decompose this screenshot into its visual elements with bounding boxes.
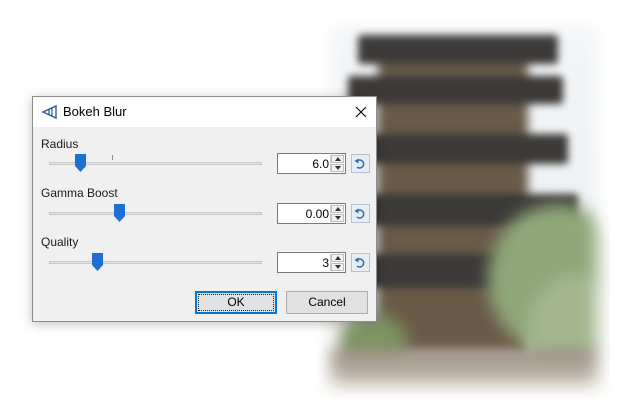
- quality-label: Quality: [41, 235, 79, 249]
- reset-arrow-icon: [354, 257, 365, 268]
- quality-slider-thumb[interactable]: [92, 253, 104, 271]
- bokeh-blur-effect-icon: [41, 104, 58, 120]
- radius-label: Radius: [41, 137, 79, 151]
- arrow-up-icon: [335, 157, 341, 161]
- arrow-down-icon: [335, 166, 341, 170]
- radius-reset-button[interactable]: [351, 154, 370, 173]
- ok-button[interactable]: OK: [195, 291, 277, 314]
- radius-increment-button[interactable]: [331, 155, 344, 163]
- arrow-down-icon: [335, 265, 341, 269]
- arrow-down-icon: [335, 216, 341, 220]
- gamma-boost-spinbox[interactable]: 0.00: [277, 203, 346, 224]
- title-bar: Bokeh Blur: [33, 97, 376, 127]
- close-button[interactable]: [346, 97, 376, 127]
- gamma-boost-decrement-button[interactable]: [331, 214, 344, 222]
- quality-reset-button[interactable]: [351, 253, 370, 272]
- radius-slider-thumb[interactable]: [75, 154, 87, 172]
- gamma-boost-increment-button[interactable]: [331, 205, 344, 213]
- bokeh-blur-dialog: Bokeh Blur Radius 6.0 Gamma Boost 0.00 Q…: [32, 96, 377, 322]
- arrow-up-icon: [335, 207, 341, 211]
- gamma-boost-slider-thumb[interactable]: [113, 204, 125, 222]
- radius-decrement-button[interactable]: [331, 164, 344, 172]
- arrow-up-icon: [335, 256, 341, 260]
- reset-arrow-icon: [354, 158, 365, 169]
- quality-decrement-button[interactable]: [331, 263, 344, 271]
- close-icon: [355, 106, 367, 118]
- reset-arrow-icon: [354, 208, 365, 219]
- quality-slider-track[interactable]: [49, 261, 262, 264]
- quality-increment-button[interactable]: [331, 254, 344, 262]
- dialog-title: Bokeh Blur: [63, 104, 127, 119]
- gamma-boost-slider-track[interactable]: [49, 212, 262, 215]
- cancel-button[interactable]: Cancel: [286, 291, 368, 314]
- radius-value[interactable]: 6.0: [312, 157, 329, 171]
- radius-default-tick: [112, 155, 113, 160]
- quality-spinbox[interactable]: 3: [277, 252, 346, 273]
- gamma-boost-value[interactable]: 0.00: [306, 207, 329, 221]
- radius-spinbox[interactable]: 6.0: [277, 153, 346, 174]
- gamma-boost-label: Gamma Boost: [41, 186, 118, 200]
- quality-value[interactable]: 3: [322, 256, 329, 270]
- gamma-boost-reset-button[interactable]: [351, 204, 370, 223]
